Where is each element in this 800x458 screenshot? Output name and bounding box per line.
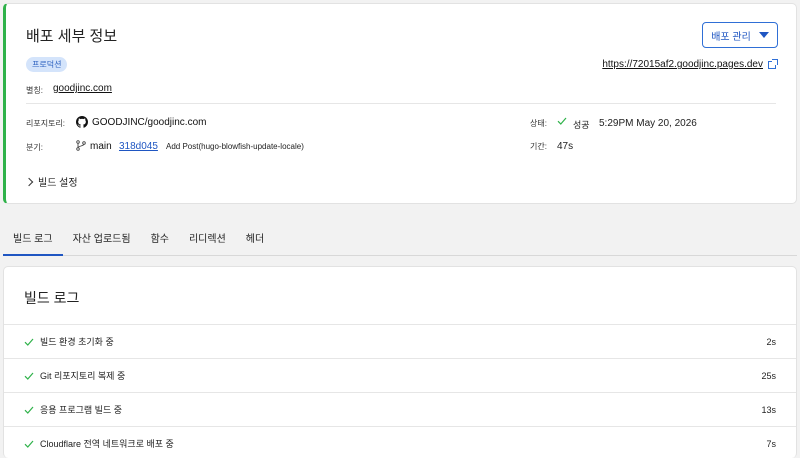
build-step-duration: 2s	[766, 336, 776, 347]
chevron-right-icon	[24, 177, 34, 186]
tab-functions[interactable]: 함수	[141, 226, 179, 256]
caret-down-icon	[758, 32, 769, 38]
build-settings-label: 빌드 설정	[38, 178, 78, 189]
build-log-steps: 빌드 환경 초기화 중 2s Git 리포지토리 복제 중 25s 응용 프로그…	[4, 324, 796, 458]
branch-label: 분기:	[26, 143, 43, 152]
build-step-label: Cloudflare 전역 네트워크로 배포 중	[40, 439, 174, 449]
build-step-duration: 7s	[766, 438, 776, 449]
tab-build-log[interactable]: 빌드 로그	[3, 226, 63, 256]
build-step-row[interactable]: Cloudflare 전역 네트워크로 배포 중 7s	[4, 426, 796, 458]
tab-redirects[interactable]: 리디렉션	[179, 226, 236, 256]
repository-label: 리포지토리:	[26, 119, 66, 128]
duration-label: 기간:	[530, 142, 547, 151]
github-icon	[76, 116, 88, 128]
tab-bar: 빌드 로그 자산 업로드됨 함수 리디렉션 헤더	[3, 226, 797, 256]
page-title: 배포 세부 정보	[26, 28, 118, 45]
build-step-row[interactable]: 응용 프로그램 빌드 중 13s	[4, 392, 796, 426]
divider	[26, 103, 776, 104]
manage-deployment-button[interactable]: 배포 관리	[702, 22, 778, 48]
alias-label: 별칭:	[26, 86, 43, 95]
status-timestamp: 5:29PM May 20, 2026	[599, 118, 697, 129]
build-log-title: 빌드 로그	[24, 290, 80, 306]
success-check-icon	[24, 338, 34, 346]
commit-message: Add Post(hugo-blowfish-update-locale)	[166, 142, 304, 151]
duration-value: 47s	[557, 141, 574, 152]
deployment-details-card: 배포 세부 정보 배포 관리 프로덕션 https://72015af2.goo…	[3, 3, 797, 204]
deployment-url-link[interactable]: https://72015af2.goodjinc.pages.dev	[602, 58, 778, 70]
status-label: 상태:	[530, 119, 547, 128]
manage-deployment-label: 배포 관리	[711, 31, 751, 43]
build-log-card: 빌드 로그 빌드 환경 초기화 중 2s Git 리포지토리 복제 중 25s …	[3, 266, 797, 458]
success-check-icon	[24, 440, 34, 448]
build-step-row[interactable]: Git 리포지토리 복제 중 25s	[4, 358, 796, 392]
deployment-url-text: https://72015af2.goodjinc.pages.dev	[602, 59, 763, 70]
build-step-label: 빌드 환경 초기화 중	[40, 337, 114, 347]
tab-headers[interactable]: 헤더	[236, 226, 274, 256]
external-link-icon	[768, 58, 778, 69]
build-step-duration: 25s	[761, 370, 776, 381]
build-step-duration: 13s	[761, 404, 776, 415]
git-branch-icon	[76, 140, 86, 151]
status-value: 성공	[573, 120, 590, 130]
build-step-label: 응용 프로그램 빌드 중	[40, 405, 123, 415]
build-step-label: Git 리포지토리 복제 중	[40, 371, 126, 381]
success-check-icon	[24, 372, 34, 380]
alias-link[interactable]: goodjinc.com	[53, 83, 112, 94]
branch-name: main	[90, 141, 112, 152]
environment-badge: 프로덕션	[26, 57, 68, 72]
repository-name[interactable]: GOODJINC/goodjinc.com	[92, 117, 206, 128]
success-check-icon	[24, 406, 34, 414]
tab-assets-uploaded[interactable]: 자산 업로드됨	[63, 226, 141, 256]
commit-hash-link[interactable]: 318d045	[119, 141, 158, 152]
build-step-row[interactable]: 빌드 환경 초기화 중 2s	[4, 324, 796, 358]
success-check-icon	[557, 117, 567, 125]
build-settings-toggle[interactable]: 빌드 설정	[24, 174, 78, 189]
